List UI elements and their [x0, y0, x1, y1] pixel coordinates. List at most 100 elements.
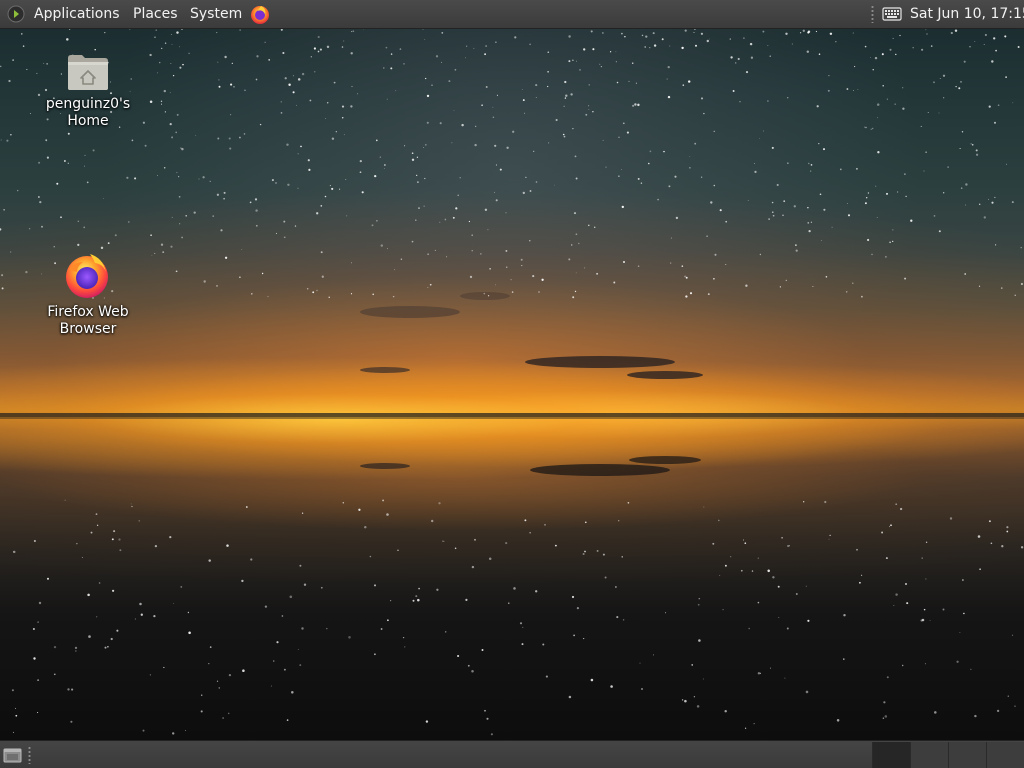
star-reflection — [283, 668, 286, 671]
star-reflection — [996, 709, 1000, 713]
star — [663, 150, 665, 153]
star — [684, 275, 687, 278]
star — [275, 232, 277, 234]
star — [648, 162, 650, 165]
star — [343, 40, 345, 42]
star — [958, 87, 961, 90]
workspace-1[interactable] — [872, 742, 910, 768]
star-reflection — [70, 720, 73, 723]
star-reflection — [387, 619, 389, 622]
star — [395, 90, 397, 92]
star — [881, 53, 884, 56]
star — [865, 126, 867, 129]
star-reflection — [140, 613, 143, 616]
star — [759, 253, 762, 256]
star-reflection — [1006, 530, 1009, 533]
star-reflection — [119, 549, 122, 552]
star — [38, 196, 40, 198]
star — [264, 41, 266, 43]
star — [162, 251, 165, 254]
star-reflection — [610, 685, 613, 688]
star — [444, 218, 447, 221]
keyboard-icon[interactable] — [882, 6, 902, 22]
star-reflection — [925, 578, 927, 580]
star-reflection — [37, 621, 39, 623]
desktop[interactable]: Applications Places System Sat Jun 10, 1… — [0, 0, 1024, 768]
star — [997, 104, 1000, 107]
star-reflection — [748, 627, 750, 630]
star — [495, 284, 496, 286]
star — [975, 149, 978, 152]
distro-logo-icon[interactable] — [7, 5, 25, 23]
workspace-3[interactable] — [948, 742, 986, 768]
show-desktop-icon[interactable] — [3, 746, 23, 764]
star — [769, 55, 771, 57]
star — [390, 53, 393, 55]
star — [609, 51, 612, 53]
star-reflection — [836, 719, 840, 722]
star-reflection — [691, 664, 693, 666]
desktop-icon-firefox[interactable]: Firefox Web Browser — [33, 250, 143, 338]
star-reflection — [829, 534, 831, 537]
star-reflection — [899, 507, 903, 511]
star-reflection — [465, 598, 468, 602]
star-reflection — [116, 629, 119, 632]
clock[interactable]: Sat Jun 10, 17:15 — [910, 0, 1024, 28]
star-reflection — [698, 639, 701, 642]
star-reflection — [222, 717, 224, 719]
star-reflection — [524, 519, 527, 522]
star — [418, 207, 420, 209]
star-reflection — [457, 654, 460, 658]
star — [1011, 201, 1014, 204]
star — [700, 97, 704, 100]
star — [783, 200, 786, 203]
desktop-icon-home[interactable]: penguinz0's Home — [33, 50, 143, 130]
star-reflection — [639, 662, 641, 664]
star — [308, 168, 311, 172]
star — [179, 66, 182, 69]
star-reflection — [299, 564, 302, 567]
star — [535, 84, 538, 87]
star — [326, 45, 330, 49]
star — [218, 79, 220, 81]
star — [661, 38, 664, 41]
star — [689, 166, 691, 169]
star — [448, 80, 451, 83]
firefox-launcher-icon[interactable] — [249, 3, 271, 25]
star-reflection — [890, 524, 892, 527]
star — [613, 281, 616, 284]
star — [877, 151, 880, 154]
star — [885, 192, 889, 195]
star — [872, 69, 874, 71]
star — [12, 59, 14, 61]
star — [739, 101, 741, 103]
star — [416, 174, 418, 176]
star — [492, 106, 494, 108]
menu-places[interactable]: Places — [133, 0, 178, 28]
star-reflection — [583, 638, 585, 640]
star — [331, 187, 334, 190]
star — [45, 139, 48, 142]
menu-applications[interactable]: Applications — [34, 0, 120, 28]
star — [983, 216, 986, 219]
star — [231, 62, 233, 64]
menu-system[interactable]: System — [190, 0, 242, 28]
workspace-2[interactable] — [910, 742, 948, 768]
star-reflection — [38, 601, 42, 605]
star-reflection — [390, 600, 392, 602]
star-reflection — [226, 544, 229, 547]
star — [1017, 46, 1020, 48]
star — [1001, 287, 1003, 289]
star-reflection — [33, 657, 36, 660]
star-reflection — [404, 646, 406, 648]
star — [473, 47, 475, 49]
star — [343, 134, 345, 136]
star — [176, 113, 179, 116]
star — [978, 203, 981, 206]
star-reflection — [921, 618, 925, 622]
star — [230, 83, 233, 86]
star — [562, 133, 565, 136]
star — [713, 184, 716, 187]
workspace-4[interactable] — [986, 742, 1024, 768]
star — [682, 84, 685, 86]
